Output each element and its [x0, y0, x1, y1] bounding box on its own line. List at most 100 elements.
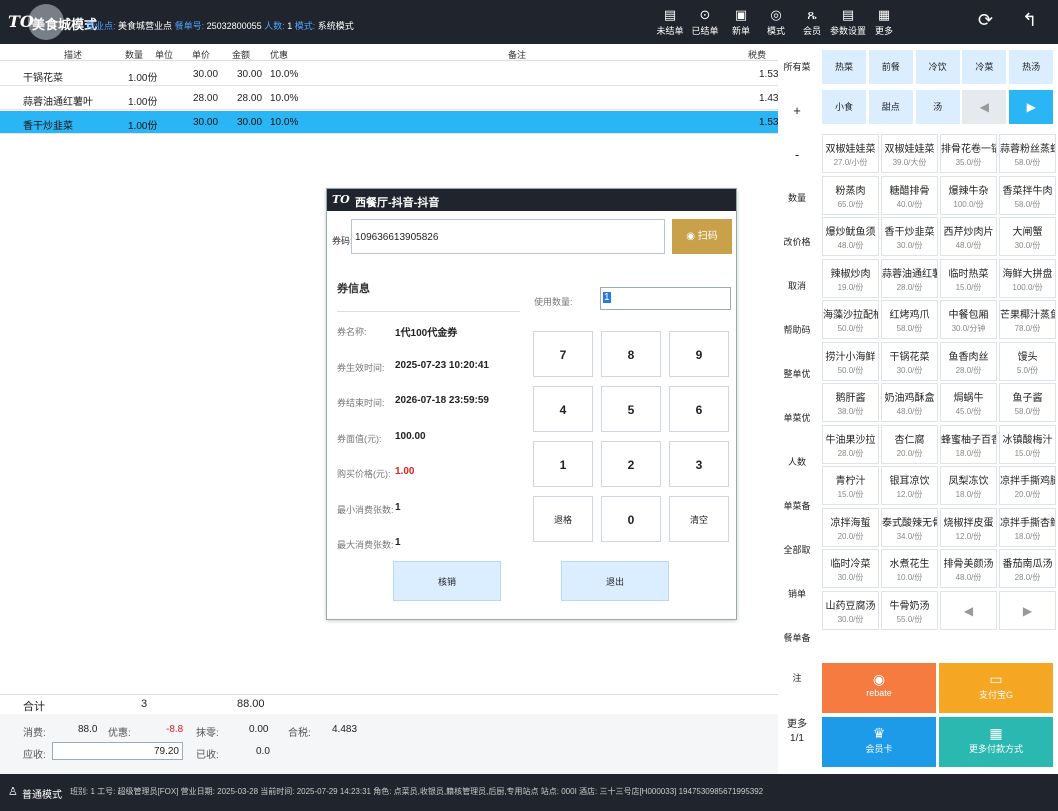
- keypad-key[interactable]: 3: [669, 441, 729, 487]
- dish-item[interactable]: 奶油鸡酥盒 48.0/份: [881, 383, 938, 422]
- dish-item[interactable]: 排骨花卷一锅出 35.0/份: [940, 134, 997, 173]
- dish-item[interactable]: 凉拌手撕鸡腿 20.0/份: [999, 466, 1056, 505]
- dish-item[interactable]: 牛油果沙拉 28.0/份: [822, 424, 879, 464]
- dish-item[interactable]: 焗蜗牛 45.0/份: [940, 383, 997, 422]
- dish-item[interactable]: 水煮花生 10.0/份: [881, 549, 938, 588]
- dish-item[interactable]: 杏仁腐 20.0/份: [881, 424, 938, 464]
- keypad-key[interactable]: 4: [533, 386, 593, 432]
- category-tab[interactable]: 汤: [915, 90, 960, 124]
- dish-item[interactable]: 干锅花菜 30.0/份: [881, 341, 938, 381]
- void-order-button[interactable]: 销单: [781, 574, 813, 614]
- change-price-button[interactable]: 改价格: [781, 222, 813, 262]
- keypad-key[interactable]: 9: [669, 331, 729, 377]
- category-tab[interactable]: 热菜: [822, 50, 866, 84]
- dish-item[interactable]: 蜂蜜柚子百香果 18.0/份: [940, 424, 997, 464]
- all-dishes-button[interactable]: 所有菜品: [781, 47, 813, 112]
- dish-item[interactable]: 泰式酸辣无骨鸡爪 34.0/份: [881, 507, 938, 547]
- table-row-selected[interactable]: 香干炒韭菜 1.00份 30.00 30.00 10.0% 1.53: [0, 111, 778, 134]
- keypad-key[interactable]: 2: [601, 441, 661, 487]
- dish-item[interactable]: 鹅肝酱 38.0/份: [822, 383, 879, 422]
- dish-item[interactable]: 冰镇酸梅汁 15.0/份: [999, 424, 1056, 464]
- dish-item[interactable]: 银耳凉饮 12.0/份: [881, 466, 938, 505]
- dish-item[interactable]: 糖醋排骨 40.0/份: [881, 175, 938, 215]
- settings-button[interactable]: ▤ 参数设置: [827, 6, 869, 42]
- dish-item[interactable]: 凉拌手撕杏鲍菇 18.0/份: [999, 507, 1056, 547]
- dish-item[interactable]: 临时冷菜 30.0/份: [822, 549, 879, 588]
- dish-item[interactable]: 凉拌海蜇 20.0/份: [822, 507, 879, 547]
- dish-item[interactable]: 粉蒸肉 65.0/份: [822, 175, 879, 215]
- item-discount-button[interactable]: 单菜优惠: [781, 398, 813, 463]
- dish-item[interactable]: 西芹炒肉片 48.0/份: [940, 217, 997, 256]
- dish-item[interactable]: 红烤鸡爪 58.0/份: [881, 300, 938, 339]
- keypad-key[interactable]: 退格: [533, 496, 593, 542]
- plus-button[interactable]: +: [781, 91, 813, 131]
- dish-item[interactable]: 海鲜大拼盘 100.0/份: [999, 258, 1056, 298]
- unsettled-button[interactable]: ▤ 未结单: [650, 6, 690, 42]
- dish-item[interactable]: 山药豆腐汤 30.0/份: [822, 590, 879, 630]
- dish-item[interactable]: 鱼香肉丝 28.0/份: [940, 341, 997, 381]
- dish-item[interactable]: 临时热菜 15.0/份: [940, 258, 997, 298]
- more-pager[interactable]: 更多 1/1: [780, 718, 814, 746]
- settled-button[interactable]: ⊙ 已结单: [685, 6, 725, 42]
- mode-button[interactable]: ◎ 模式: [756, 6, 796, 42]
- member-button[interactable]: ጼ 会员: [792, 6, 832, 42]
- keypad-key[interactable]: 6: [669, 386, 729, 432]
- category-tab[interactable]: 热汤: [1009, 50, 1054, 84]
- keypad-key[interactable]: 清空: [669, 496, 729, 542]
- dish-item[interactable]: 爆炒鱿鱼须 48.0/份: [822, 217, 879, 256]
- verify-button[interactable]: 核销: [393, 561, 501, 601]
- dish-item[interactable]: 烧椒拌皮蛋 12.0/份: [940, 507, 997, 547]
- more-pay-button[interactable]: ▦ 更多付款方式: [939, 717, 1053, 767]
- category-tab[interactable]: 冷饮: [915, 50, 960, 84]
- dish-item[interactable]: 双椒娃娃菜 39.0/大份: [881, 134, 938, 173]
- category-tab[interactable]: 前餐: [868, 50, 913, 84]
- quantity-button[interactable]: 数量: [781, 178, 813, 218]
- people-button[interactable]: 人数: [781, 442, 813, 482]
- table-row[interactable]: 干锅花菜 1.00份 30.00 30.00 10.0% 1.53: [0, 63, 778, 86]
- order-note-button[interactable]: 餐单备注: [781, 618, 813, 683]
- cancel-all-button[interactable]: 全部取消: [781, 530, 813, 595]
- dish-item[interactable]: 海藻沙拉配柚汁 50.0/份: [822, 300, 879, 339]
- dish-item[interactable]: 蒜蓉粉丝蒸虾 58.0/份: [999, 134, 1056, 173]
- use-qty-input[interactable]: 1: [600, 287, 731, 310]
- exit-button[interactable]: 退出: [561, 561, 669, 601]
- help-code-button[interactable]: 帮助码: [781, 310, 813, 350]
- due-field[interactable]: 79.20: [52, 742, 183, 760]
- order-discount-button[interactable]: 整单优惠: [781, 354, 813, 419]
- more-button[interactable]: ▦ 更多: [864, 6, 904, 42]
- dish-item[interactable]: 双椒娃娃菜 27.0/小份: [822, 134, 879, 173]
- back-icon[interactable]: ↰: [1022, 10, 1037, 31]
- keypad-key[interactable]: 7: [533, 331, 593, 377]
- dish-item[interactable]: 青柠汁 15.0/份: [822, 466, 879, 505]
- dish-item[interactable]: 大闸蟹 30.0/份: [999, 217, 1056, 256]
- dish-item[interactable]: 馒头 5.0/份: [999, 341, 1056, 381]
- dish-prev-arrow[interactable]: ◀: [940, 590, 997, 630]
- category-tab[interactable]: 小食: [822, 90, 866, 124]
- refresh-icon[interactable]: ⟳: [978, 10, 993, 31]
- keypad-key[interactable]: 8: [601, 331, 661, 377]
- dish-item[interactable]: 捞汁小海鲜 50.0/份: [822, 341, 879, 381]
- dish-item[interactable]: 排骨美颜汤 48.0/份: [940, 549, 997, 588]
- keypad-key[interactable]: 0: [601, 496, 661, 542]
- coupon-code-input[interactable]: 109636613905826: [351, 219, 665, 254]
- dish-item[interactable]: 芒果椰汁蒸鱼 78.0/份: [999, 300, 1056, 339]
- dish-item[interactable]: 香干炒韭菜 30.0/份: [881, 217, 938, 256]
- dish-item[interactable]: 牛骨奶汤 55.0/份: [881, 590, 938, 630]
- dish-next-arrow[interactable]: ▶: [999, 590, 1056, 630]
- dish-item[interactable]: 辣椒炒肉 19.0/份: [822, 258, 879, 298]
- cancel-button[interactable]: 取消: [781, 266, 813, 306]
- category-next-arrow[interactable]: ▶: [1009, 90, 1054, 124]
- dish-item[interactable]: 中餐包厢 30.0/分钟: [940, 300, 997, 339]
- scan-button[interactable]: ◉ 扫码: [672, 219, 732, 254]
- rebate-button[interactable]: ◉ rebate: [822, 663, 936, 713]
- dish-item[interactable]: 爆辣牛杂 100.0/份: [940, 175, 997, 215]
- keypad-key[interactable]: 5: [601, 386, 661, 432]
- table-row[interactable]: 蒜蓉油通红薯叶 1.00份 28.00 28.00 10.0% 1.43: [0, 87, 778, 110]
- keypad-key[interactable]: 1: [533, 441, 593, 487]
- item-note-button[interactable]: 单菜备注: [781, 486, 813, 551]
- dish-item[interactable]: 香菜拌牛肉 58.0/份: [999, 175, 1056, 215]
- category-tab[interactable]: 甜点: [868, 90, 913, 124]
- minus-button[interactable]: -: [781, 135, 813, 175]
- dish-item[interactable]: 蒜蓉油通红薯叶 28.0/份: [881, 258, 938, 298]
- dish-item[interactable]: 鱼子酱 58.0/份: [999, 383, 1056, 422]
